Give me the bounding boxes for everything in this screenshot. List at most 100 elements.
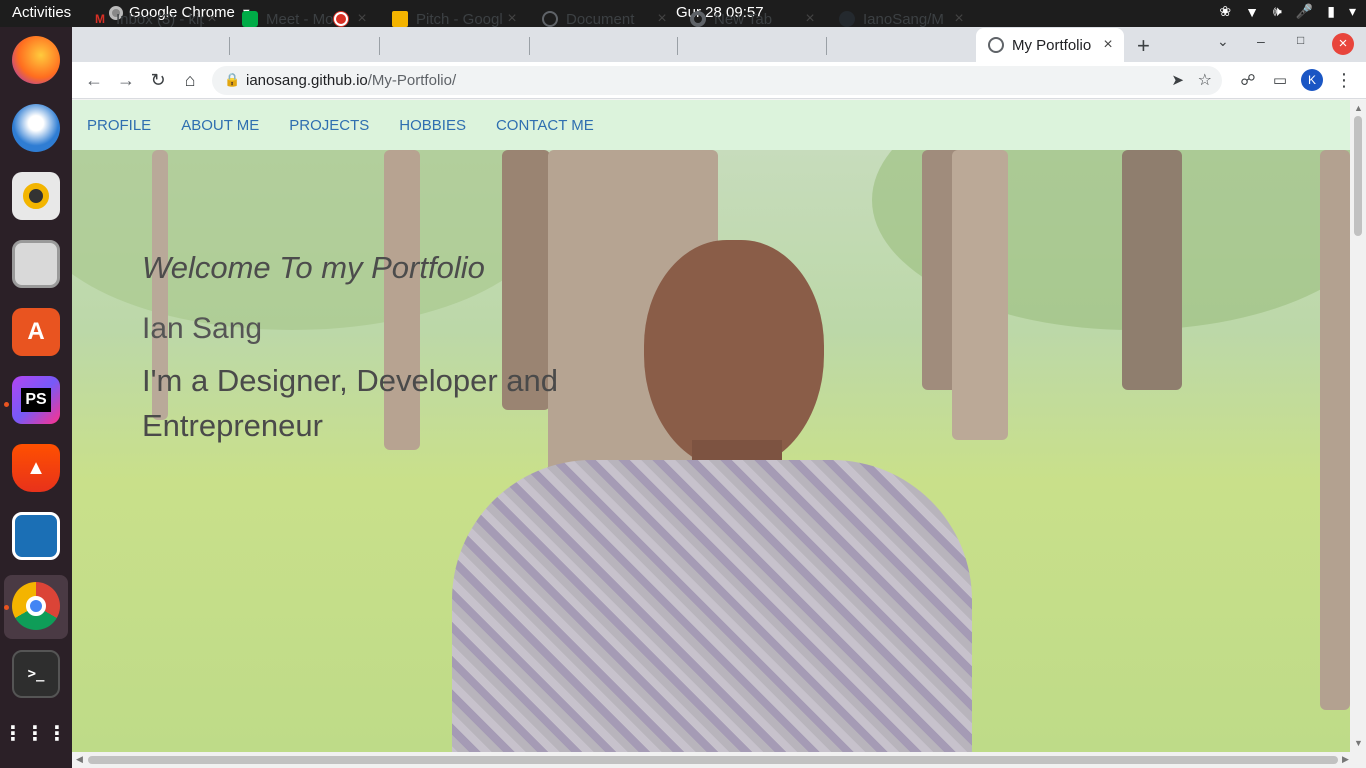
meet-icon	[242, 11, 258, 27]
app-dock: A PS ▲ >_ ⋮⋮⋮	[0, 27, 72, 768]
rhythmbox-icon[interactable]	[12, 172, 60, 220]
battery-icon[interactable]: ▮	[1327, 3, 1335, 20]
hero-section: Welcome To my Portfolio Ian Sang I'm a D…	[72, 150, 1350, 752]
hero-photo-tree	[1122, 150, 1182, 390]
close-icon[interactable]: ×	[204, 10, 220, 28]
extensions-icon[interactable]: ☍	[1236, 68, 1260, 92]
site-navbar: PROFILE ABOUT ME PROJECTS HOBBIES CONTAC…	[72, 100, 1350, 150]
forward-button[interactable]: →	[114, 68, 138, 92]
scroll-left-arrow[interactable]: ◀	[76, 754, 83, 765]
url-text[interactable]: ianosang.github.io/My-Portfolio/	[246, 72, 456, 89]
tab-my-portfolio[interactable]: My Portfolio ×	[976, 28, 1124, 62]
volume-icon[interactable]: 🕪	[1273, 3, 1282, 20]
tab-label: Meet - Mo	[266, 10, 334, 28]
tab-label: New Tab	[714, 10, 773, 28]
tab-meet[interactable]: Meet - Mo ×	[230, 3, 378, 35]
activities-button[interactable]: Activities	[12, 4, 71, 21]
slides-icon	[392, 11, 408, 27]
nav-link-contact-me[interactable]: CONTACT ME	[496, 117, 594, 134]
url-path: /My-Portfolio/	[367, 72, 457, 89]
phpstorm-icon[interactable]: PS	[12, 376, 60, 424]
tab-pitch[interactable]: Pitch - Googl ×	[380, 3, 528, 35]
tab-search-icon[interactable]: ⌄	[1217, 33, 1229, 50]
tab-label: My Portfolio	[1012, 36, 1092, 54]
nav-link-about-me[interactable]: ABOUT ME	[181, 117, 259, 134]
thunderbird-icon[interactable]	[12, 104, 60, 152]
cast-icon[interactable]: ▭	[1268, 68, 1292, 92]
tab-separator	[229, 37, 230, 55]
vertical-scrollbar[interactable]: ▲ ▼	[1350, 100, 1366, 752]
hero-photo-person-head	[644, 240, 824, 470]
hero-welcome-heading: Welcome To my Portfolio	[142, 250, 485, 285]
brave-icon[interactable]: ▲	[12, 444, 60, 492]
software-store-icon[interactable]: A	[12, 308, 60, 356]
globe-icon	[988, 37, 1004, 53]
tab-label: Document	[566, 10, 635, 28]
scroll-right-arrow[interactable]: ▶	[1342, 754, 1349, 765]
show-apps-icon[interactable]: ⋮⋮⋮	[3, 710, 67, 758]
hero-photo-tree	[1320, 150, 1350, 710]
browser-toolbar: ← → ↻ ⌂ 🔒 ianosang.github.io/My-Portfoli…	[72, 62, 1366, 99]
close-icon[interactable]: ×	[802, 10, 818, 28]
tab-separator	[677, 37, 678, 55]
tab-separator	[529, 37, 530, 55]
tab-label: Pitch - Googl	[416, 10, 503, 28]
writer-icon[interactable]	[12, 512, 60, 560]
ps-mark: PS	[21, 388, 51, 412]
send-icon[interactable]: ➤	[1171, 71, 1184, 89]
globe-icon	[542, 11, 558, 27]
running-indicator	[4, 605, 9, 610]
hero-text: Welcome To my Portfolio Ian Sang I'm a D…	[142, 250, 602, 448]
address-bar[interactable]: 🔒 ianosang.github.io/My-Portfolio/ ➤ ☆	[212, 66, 1222, 95]
home-button[interactable]: ⌂	[178, 68, 202, 92]
power-menu-icon[interactable]: ▾	[1349, 3, 1356, 20]
system-tray[interactable]: ❀ ▼ 🕪 🎤 ▮ ▾	[1219, 3, 1356, 20]
close-icon[interactable]: ×	[654, 10, 670, 28]
github-icon	[839, 11, 855, 27]
wifi-icon[interactable]: ▼	[1245, 4, 1259, 20]
hero-photo-tree	[952, 150, 1008, 440]
minimize-button[interactable]: –	[1257, 33, 1265, 49]
nav-link-projects[interactable]: PROJECTS	[289, 117, 369, 134]
speaker-icon	[23, 183, 49, 209]
tab-inbox[interactable]: M Inbox (3) - kip ×	[80, 3, 228, 35]
window-close-button[interactable]: ×	[1332, 33, 1354, 55]
microphone-icon[interactable]: 🎤	[1296, 3, 1313, 20]
vertical-scroll-thumb[interactable]	[1354, 116, 1362, 236]
tab-document[interactable]: Document ×	[530, 3, 678, 35]
horizontal-scrollbar[interactable]: ◀ ▶	[72, 752, 1366, 768]
nav-link-profile[interactable]: PROFILE	[87, 117, 151, 134]
close-icon[interactable]: ×	[1100, 36, 1116, 54]
new-tab-button[interactable]: +	[1137, 33, 1150, 59]
scroll-down-arrow[interactable]: ▼	[1354, 738, 1363, 748]
scroll-up-arrow[interactable]: ▲	[1354, 103, 1363, 113]
nav-link-hobbies[interactable]: HOBBIES	[399, 117, 466, 134]
hero-name: Ian Sang	[142, 312, 263, 345]
hero-photo-person-shirt	[452, 460, 972, 752]
color-picker-icon[interactable]: ❀	[1219, 3, 1231, 20]
terminal-icon[interactable]: >_	[12, 650, 60, 698]
tab-label: Inbox (3) - kip	[116, 10, 204, 28]
tab-new-tab[interactable]: New Tab ×	[678, 3, 826, 35]
gmail-icon: M	[95, 12, 105, 26]
lock-icon[interactable]: 🔒	[224, 72, 240, 88]
chrome-icon[interactable]	[12, 582, 60, 630]
bookmark-star-icon[interactable]: ☆	[1198, 70, 1212, 90]
tab-label: IanoSang/M	[863, 10, 944, 28]
reload-button[interactable]: ↻	[146, 68, 170, 92]
hero-tagline: I'm a Designer, Developer and Entreprene…	[142, 363, 559, 443]
chrome-center	[26, 596, 46, 616]
horizontal-scroll-thumb[interactable]	[88, 756, 1338, 764]
close-icon[interactable]: ×	[354, 10, 370, 28]
close-icon[interactable]: ×	[951, 10, 967, 28]
profile-avatar[interactable]: K	[1301, 69, 1323, 91]
more-menu-icon[interactable]: ⋮	[1332, 68, 1356, 92]
close-icon[interactable]: ×	[504, 10, 520, 28]
page-viewport: PROFILE ABOUT ME PROJECTS HOBBIES CONTAC…	[72, 100, 1350, 752]
tab-github[interactable]: IanoSang/M ×	[827, 3, 975, 35]
firefox-icon[interactable]	[12, 36, 60, 84]
maximize-button[interactable]: □	[1297, 33, 1304, 47]
files-icon[interactable]	[12, 240, 60, 288]
chrome-tab-icon	[690, 11, 706, 27]
back-button[interactable]: ←	[82, 68, 106, 92]
